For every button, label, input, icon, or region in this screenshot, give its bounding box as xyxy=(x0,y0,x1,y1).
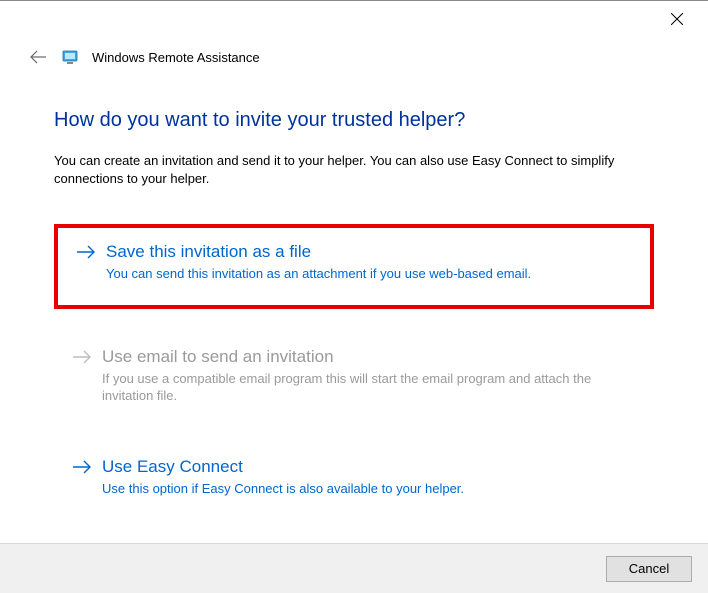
back-arrow-icon xyxy=(29,50,47,64)
option-use-email: Use email to send an invitation If you u… xyxy=(54,333,654,421)
option-title: Use email to send an invitation xyxy=(102,347,334,367)
app-icon xyxy=(62,48,80,66)
app-title: Windows Remote Assistance xyxy=(92,50,260,65)
arrow-right-icon xyxy=(72,347,92,367)
option-description: If you use a compatible email program th… xyxy=(102,371,636,405)
arrow-right-icon xyxy=(72,457,92,477)
option-title: Save this invitation as a file xyxy=(106,242,311,262)
footer: Cancel xyxy=(0,543,708,593)
titlebar xyxy=(0,1,708,37)
cancel-button[interactable]: Cancel xyxy=(606,556,692,582)
close-button[interactable] xyxy=(664,6,690,32)
option-save-file[interactable]: Save this invitation as a file You can s… xyxy=(54,224,654,309)
option-title: Use Easy Connect xyxy=(102,457,243,477)
arrow-right-icon xyxy=(76,242,96,262)
close-icon xyxy=(671,13,683,25)
header-row: Windows Remote Assistance xyxy=(0,37,708,69)
option-easy-connect[interactable]: Use Easy Connect Use this option if Easy… xyxy=(54,443,654,514)
content: How do you want to invite your trusted h… xyxy=(0,69,708,514)
page-title: How do you want to invite your trusted h… xyxy=(54,109,654,132)
page-description: You can create an invitation and send it… xyxy=(54,152,654,188)
back-button[interactable] xyxy=(26,45,50,69)
option-description: Use this option if Easy Connect is also … xyxy=(102,481,636,498)
option-description: You can send this invitation as an attac… xyxy=(106,266,632,283)
